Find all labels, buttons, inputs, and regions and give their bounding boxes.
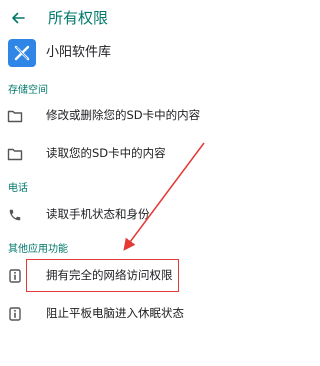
- annotation-arrow: [123, 142, 205, 251]
